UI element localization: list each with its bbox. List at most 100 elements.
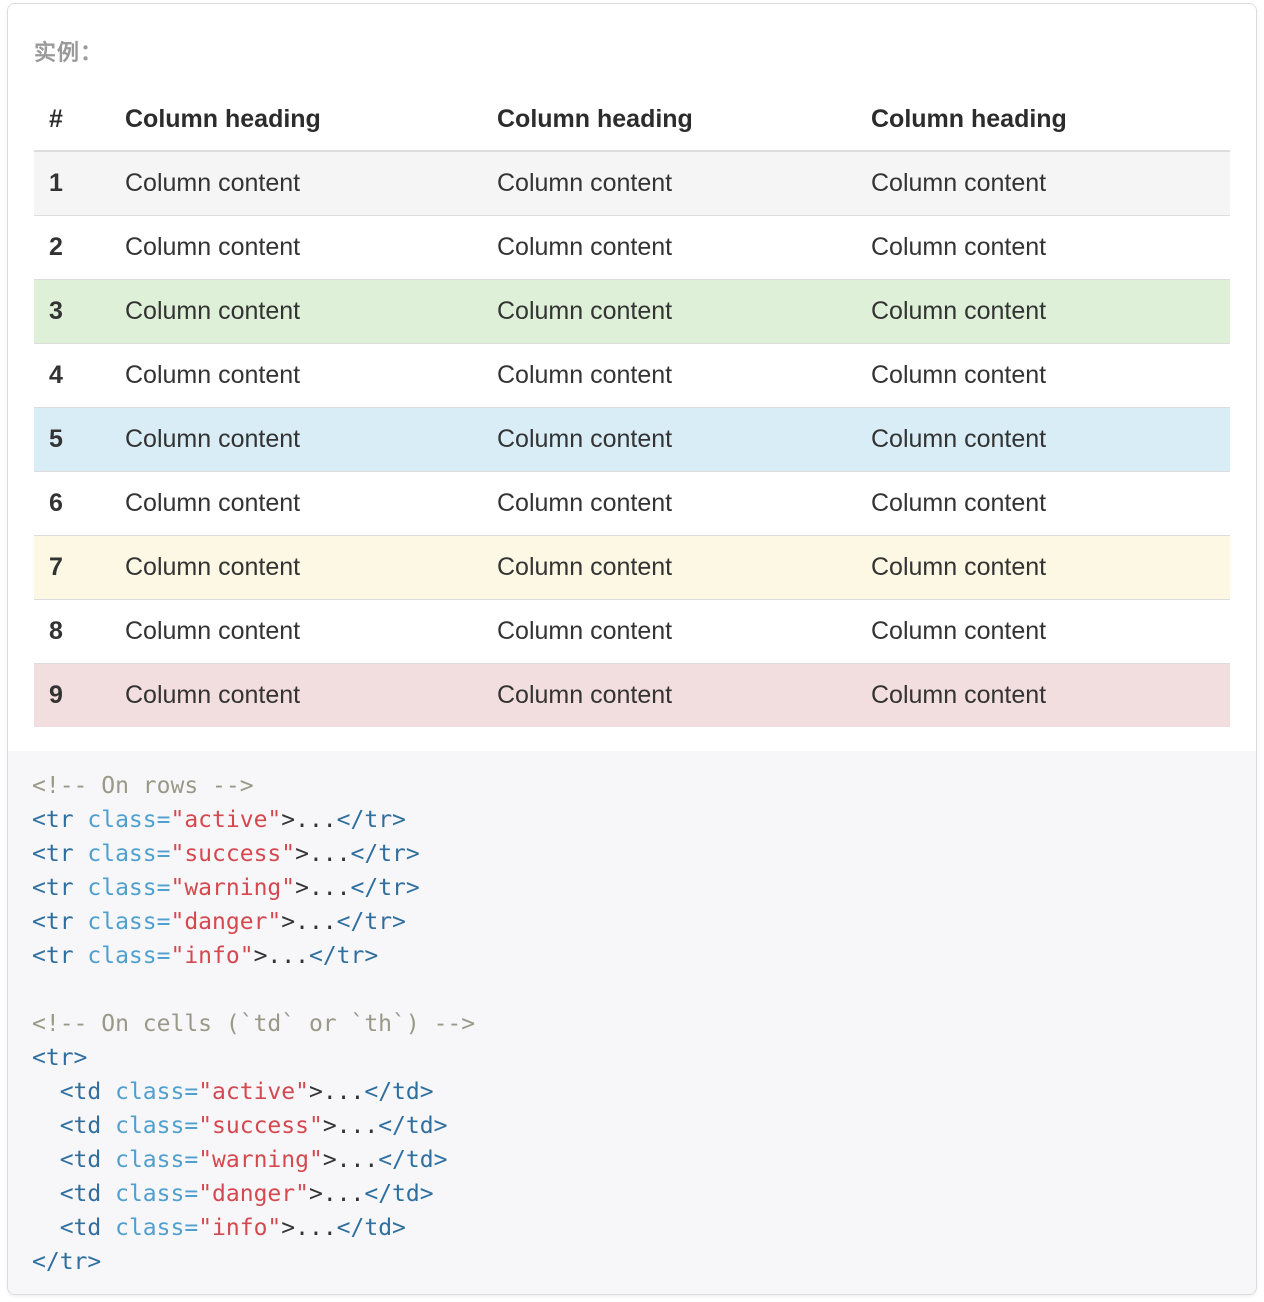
row-number: 5 (34, 407, 125, 472)
table-cell: Column content (125, 215, 497, 280)
table-cell: Column content (871, 663, 1230, 727)
table-cell: Column content (871, 407, 1230, 472)
code-line: <td class="danger">...</td> (32, 1177, 475, 1211)
row-number: 4 (34, 343, 125, 408)
table-cell: Column content (497, 599, 871, 664)
code-text: >... (281, 807, 337, 833)
code-text: >... (322, 1113, 379, 1139)
column-heading: Column heading (871, 88, 1230, 152)
table-row: 2 Column content Column content Column c… (34, 215, 1230, 280)
code-tag-close: </td> (364, 1079, 434, 1105)
table-row-danger: 9 Column content Column content Column c… (34, 663, 1230, 727)
code-tag-open: <tr (32, 875, 74, 901)
code-line: <tr class="success">...</tr> (32, 837, 475, 871)
code-tag-close: </td> (378, 1113, 448, 1139)
code-string: "info" (198, 1215, 282, 1241)
table-row: 8 Column content Column content Column c… (34, 599, 1230, 664)
table-row-active: 1 Column content Column content Column c… (34, 150, 1230, 216)
code-text: >... (308, 1181, 365, 1207)
example-card: 实例： # Column heading Column heading Colu… (7, 3, 1257, 1295)
code-comment: <!-- On rows --> (32, 773, 254, 799)
table-row-info: 5 Column content Column content Column c… (34, 407, 1230, 472)
table-cell: Column content (497, 471, 871, 536)
code-comment-line: <!-- On rows --> (32, 769, 475, 803)
table-row-success: 3 Column content Column content Column c… (34, 279, 1230, 344)
code-tag-open: <td (59, 1181, 102, 1207)
code-line: <tr class="danger">...</tr> (32, 905, 475, 939)
code-text: >... (281, 1215, 337, 1241)
code-line: <td class="active">...</td> (32, 1075, 475, 1109)
code-tag-open: <tr (32, 909, 74, 935)
code-line: <td class="success">...</td> (32, 1109, 475, 1143)
code-string: "success" (198, 1113, 323, 1139)
code-tag-close: </tr> (350, 875, 420, 901)
table-cell: Column content (871, 150, 1230, 216)
code-attr: class= (101, 1079, 199, 1105)
table-cell: Column content (125, 407, 497, 472)
column-heading: Column heading (125, 88, 497, 152)
code-tag-open: <td (59, 1113, 102, 1139)
code-string: "warning" (170, 875, 296, 901)
code-tag-open: <tr (32, 807, 74, 833)
code-tag-close: </tr> (350, 841, 420, 867)
code-tag-close: </tr> (336, 909, 406, 935)
code-attr: class= (73, 875, 171, 901)
row-number: 7 (34, 535, 125, 600)
code-line: <tr class="active">...</tr> (32, 803, 475, 837)
code-sample[interactable]: <!-- On rows --> <tr class="active">...</… (32, 769, 475, 1279)
code-tag-close: </tr> (32, 1249, 102, 1275)
code-attr: class= (73, 909, 171, 935)
table-cell: Column content (497, 279, 871, 344)
table-cell: Column content (125, 535, 497, 600)
table-cell: Column content (497, 215, 871, 280)
code-string: "active" (170, 807, 282, 833)
code-text: >... (281, 909, 337, 935)
table-cell: Column content (125, 150, 497, 216)
table-row-warning: 7 Column content Column content Column c… (34, 535, 1230, 600)
table-cell: Column content (125, 663, 497, 727)
table-cell: Column content (497, 535, 871, 600)
code-line: <tr class="warning">...</tr> (32, 871, 475, 905)
column-heading: Column heading (497, 88, 871, 152)
code-tag-open: <tr (32, 943, 74, 969)
code-text: >... (322, 1147, 379, 1173)
code-string: "active" (198, 1079, 309, 1105)
column-heading-number: # (34, 88, 125, 152)
code-tag-close: </td> (378, 1147, 448, 1173)
table-cell: Column content (125, 599, 497, 664)
table-cell: Column content (871, 535, 1230, 600)
code-attr: class= (73, 841, 171, 867)
row-number: 6 (34, 471, 125, 536)
row-number: 9 (34, 663, 125, 727)
code-tag-open: <tr> (32, 1045, 88, 1071)
row-number: 2 (34, 215, 125, 280)
code-text: >... (295, 841, 351, 867)
code-attr: class= (73, 807, 171, 833)
table-cell: Column content (871, 279, 1230, 344)
code-attr: class= (101, 1215, 199, 1241)
table-cell: Column content (497, 150, 871, 216)
code-tag-open: <tr (32, 841, 74, 867)
row-number: 1 (34, 150, 125, 216)
code-attr: class= (101, 1147, 199, 1173)
code-tag-open: <td (59, 1079, 102, 1105)
table-header-row: # Column heading Column heading Column h… (34, 88, 1230, 152)
code-tag-open: <td (59, 1215, 102, 1241)
example-preview: 实例： # Column heading Column heading Colu… (8, 4, 1256, 752)
code-string: "danger" (170, 909, 282, 935)
code-comment-line: <!-- On cells (`td` or `th`) --> (32, 1007, 475, 1041)
code-attr: class= (101, 1113, 199, 1139)
code-attr: class= (101, 1181, 199, 1207)
code-string: "info" (170, 943, 254, 969)
code-tag-open: <td (59, 1147, 102, 1173)
table-cell: Column content (497, 343, 871, 408)
code-string: "warning" (198, 1147, 323, 1173)
row-number: 8 (34, 599, 125, 664)
code-tag-close: </td> (336, 1215, 406, 1241)
table-cell: Column content (871, 599, 1230, 664)
table-cell: Column content (497, 663, 871, 727)
